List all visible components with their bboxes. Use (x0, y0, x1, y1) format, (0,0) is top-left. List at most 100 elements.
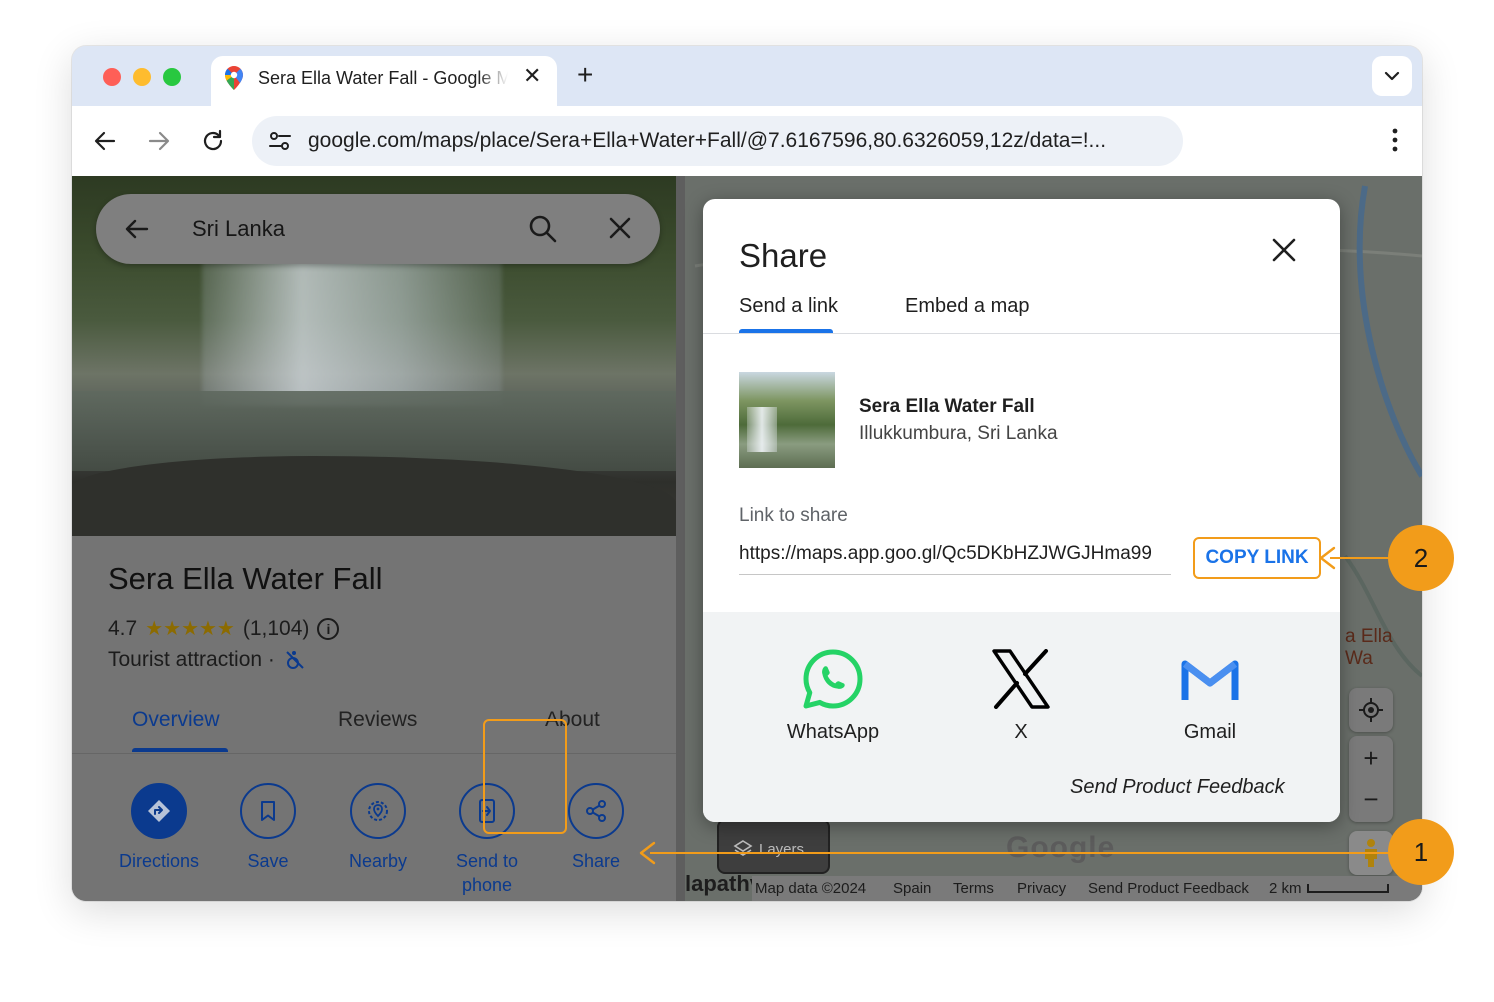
my-location-icon (1359, 698, 1383, 722)
share-link-field[interactable]: https://maps.app.goo.gl/Qc5DKbHZJWGJHma9… (739, 543, 1171, 575)
maximize-window-button[interactable] (163, 68, 181, 86)
nearby-button[interactable]: Nearby (323, 783, 433, 873)
url-text: google.com/maps/place/Sera+Ella+Water+Fa… (308, 129, 1107, 152)
tab-close-icon[interactable]: ✕ (523, 65, 541, 87)
share-label: Share (571, 851, 621, 871)
rating-value: 4.7 (108, 616, 138, 640)
close-icon[interactable] (1271, 237, 1297, 263)
layers-icon (733, 840, 753, 856)
google-maps-pin-icon (225, 66, 243, 90)
my-location-button[interactable] (1349, 688, 1393, 732)
directions-icon (131, 783, 187, 839)
feedback-link[interactable]: Send Product Feedback (1088, 880, 1249, 897)
zoom-in-icon[interactable]: + (1363, 743, 1378, 774)
share-icon (568, 783, 624, 839)
share-targets: WhatsApp X Gmail Send Product Feedback (703, 612, 1340, 822)
panel-collapse-handle[interactable] (676, 176, 685, 901)
place-actions: Directions Save Nearby Send to phone Sha… (72, 761, 676, 901)
new-tab-button[interactable]: + (577, 61, 593, 89)
review-count[interactable]: (1,104) (243, 617, 310, 641)
share-place-name: Sera Ella Water Fall (859, 396, 1035, 417)
tab-title: Sera Ella Water Fall - Google Maps (258, 68, 508, 89)
place-category: Tourist attraction · (108, 648, 275, 671)
close-icon[interactable] (608, 216, 632, 240)
tabs-divider (703, 333, 1340, 334)
no-wheelchair-icon (286, 651, 304, 669)
link-label: Link to share (739, 505, 848, 526)
place-thumbnail (739, 372, 835, 468)
site-settings-icon[interactable] (268, 130, 292, 152)
google-logo: Google (1006, 831, 1116, 864)
place-title: Sera Ella Water Fall (108, 561, 383, 596)
bookmark-icon (240, 783, 296, 839)
search-icon[interactable] (528, 214, 558, 244)
callout-arrowhead-1 (639, 841, 656, 865)
share-button-highlight (483, 719, 567, 834)
terms-link[interactable]: Terms (953, 880, 994, 897)
map-town-label: lapathv (685, 871, 763, 896)
gmail-icon (1181, 660, 1239, 700)
map-place-label[interactable]: a Ella Wa (1345, 626, 1422, 670)
chevron-down-icon (1384, 71, 1400, 81)
send-product-feedback-link[interactable]: Send Product Feedback (1070, 776, 1285, 799)
zoom-out-icon[interactable]: − (1363, 784, 1378, 815)
maps-search-box[interactable]: Sri Lanka (96, 194, 660, 264)
whatsapp-label: WhatsApp (786, 721, 880, 743)
privacy-link[interactable]: Privacy (1017, 880, 1066, 897)
nearby-label: Nearby (348, 851, 408, 871)
layers-label: Layers (759, 841, 805, 858)
close-window-button[interactable] (103, 68, 121, 86)
share-x-button[interactable]: X (951, 647, 1091, 744)
directions-button[interactable]: Directions (104, 783, 214, 873)
callout-line-2 (1330, 557, 1390, 559)
region-link[interactable]: Spain (893, 880, 931, 897)
tab-overview[interactable]: Overview (132, 708, 220, 732)
directions-label: Directions (118, 851, 200, 871)
tab-search-button[interactable] (1372, 56, 1412, 96)
browser-toolbar: google.com/maps/place/Sera+Ella+Water+Fa… (72, 106, 1422, 176)
back-arrow-icon[interactable] (124, 216, 150, 242)
save-button[interactable]: Save (213, 783, 323, 873)
step-1-badge: 1 (1388, 819, 1454, 885)
share-whatsapp-button[interactable]: WhatsApp (763, 647, 903, 744)
copy-link-button[interactable]: COPY LINK (1193, 537, 1321, 579)
callout-arrowhead-2 (1319, 546, 1336, 570)
minimize-window-button[interactable] (133, 68, 151, 86)
share-gmail-button[interactable]: Gmail (1140, 647, 1280, 744)
star-rating-icon: ★★★★★ (145, 618, 235, 640)
active-tab-indicator (132, 748, 228, 752)
scale-label[interactable]: 2 km (1269, 880, 1302, 897)
map-footer: Map data ©2024 Spain Terms Privacy Send … (752, 876, 1422, 901)
info-icon[interactable]: i (317, 617, 340, 640)
browser-window: Sera Ella Water Fall - Google Maps ✕ + (72, 46, 1422, 901)
layers-button[interactable]: Layers (717, 819, 830, 874)
step-2-badge: 2 (1388, 525, 1454, 591)
tab-send-a-link[interactable]: Send a link (739, 295, 838, 318)
scale-bar (1307, 884, 1389, 893)
share-dialog: Share Send a link Embed a map Sera Ella … (703, 199, 1340, 822)
save-label: Save (247, 851, 289, 871)
search-input[interactable]: Sri Lanka (192, 216, 285, 242)
send-to-phone-label: Send to phone (455, 851, 519, 895)
nearby-icon (350, 783, 406, 839)
map-data-attribution: Map data ©2024 (755, 880, 867, 897)
callout-line-1 (650, 852, 1390, 854)
tab-embed-a-map[interactable]: Embed a map (905, 295, 1030, 318)
gmail-label: Gmail (1183, 721, 1237, 743)
tab-strip: Sera Ella Water Fall - Google Maps ✕ + (72, 46, 1422, 106)
browser-menu-icon[interactable] (1392, 128, 1398, 152)
share-place-address: Illukkumbura, Sri Lanka (859, 423, 1058, 444)
maps-page: Sri Lanka Sera Ella Water Fall 4.7 ★★★★★… (72, 176, 1422, 901)
forward-arrow-icon[interactable] (146, 128, 172, 154)
whatsapp-icon (803, 649, 863, 709)
zoom-controls: + − (1349, 736, 1393, 822)
reload-icon[interactable] (200, 128, 226, 154)
place-tabs: Overview Reviews About (72, 696, 676, 754)
address-bar[interactable]: google.com/maps/place/Sera+Ella+Water+Fa… (252, 116, 1183, 166)
x-logo-icon (992, 649, 1050, 709)
back-arrow-icon[interactable] (92, 128, 118, 154)
browser-tab-active[interactable]: Sera Ella Water Fall - Google Maps ✕ (211, 56, 557, 106)
tab-reviews[interactable]: Reviews (338, 708, 417, 732)
category-row: Tourist attraction · (108, 648, 305, 672)
place-panel: Sri Lanka Sera Ella Water Fall 4.7 ★★★★★… (72, 176, 676, 901)
